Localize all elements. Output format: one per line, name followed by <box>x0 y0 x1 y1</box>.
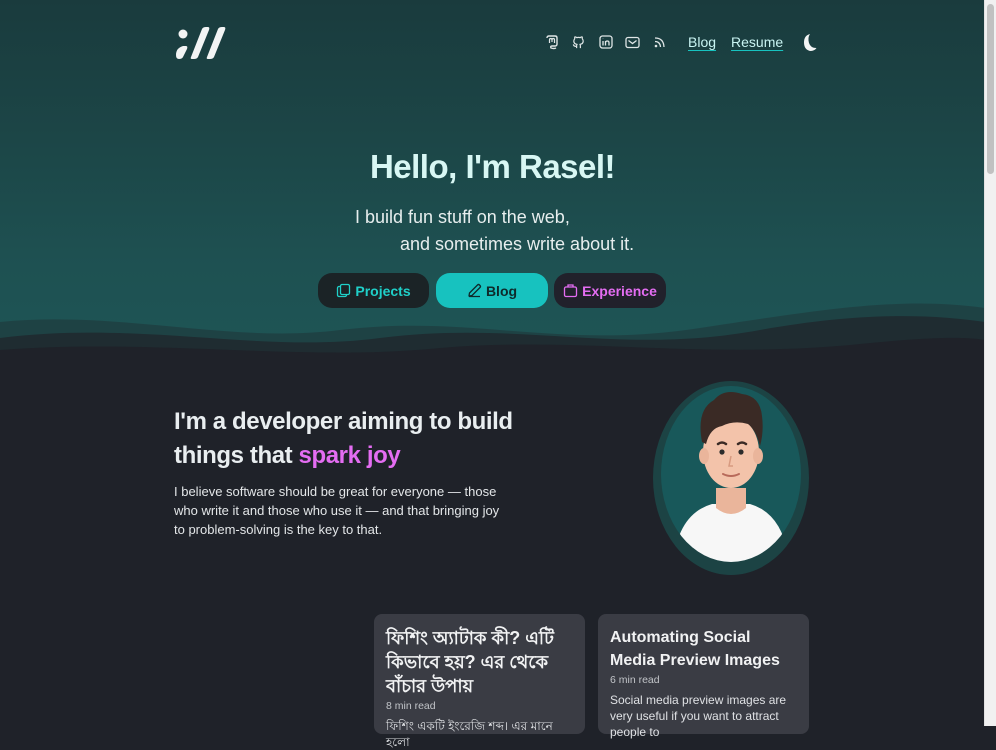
blog-post-card[interactable]: ফিশিং অ্যাটাক কী? এটি কিভাবে হয়? এর থেক… <box>374 614 585 749</box>
github-icon[interactable] <box>565 30 592 54</box>
rss-icon[interactable] <box>646 30 673 54</box>
hero-title: Hello, I'm Rasel! <box>369 148 616 185</box>
post-excerpt: Social media preview images are very use… <box>610 693 787 739</box>
experience-button-label: Experience <box>582 282 657 299</box>
projects-icon <box>337 283 351 298</box>
intro-heading: I'm a developer aiming to build things t… <box>174 405 514 473</box>
blog-button-label: Blog <box>485 282 518 299</box>
intro-heading-line1: I'm a developer aiming to build <box>174 408 513 435</box>
post-excerpt: ফিশিং একটি ইংরেজি শব্দ। এর মানে হলো <box>386 719 553 749</box>
briefcase-icon <box>563 284 578 298</box>
post-read-time: 8 min read <box>386 700 436 712</box>
hero-tagline-line1: I build fun stuff on the web, <box>355 207 570 227</box>
nav-link-blog[interactable]: Blog <box>688 34 716 50</box>
post-title[interactable]: Automating Social Media Preview Images <box>610 626 797 672</box>
spark-joy-highlight: spark joy <box>298 442 401 469</box>
site-logo[interactable] <box>174 24 226 62</box>
nav-link-resume[interactable]: Resume <box>731 34 783 50</box>
mail-icon[interactable] <box>619 30 646 54</box>
experience-button[interactable]: Experience <box>554 273 666 308</box>
projects-button-label: Projects <box>355 282 411 299</box>
avatar <box>653 381 809 575</box>
top-navigation: Blog Resume <box>538 28 819 56</box>
hero-tagline-line2: and sometimes write about it. <box>400 234 635 254</box>
moon-icon[interactable] <box>799 30 819 54</box>
pencil-icon <box>468 283 482 298</box>
intro-paragraph: I believe software should be great for e… <box>174 484 500 537</box>
scrollbar-thumb[interactable] <box>987 4 994 174</box>
linkedin-icon[interactable] <box>592 30 619 54</box>
post-title[interactable]: ফিশিং অ্যাটাক কী? এটি কিভাবে হয়? এর থেক… <box>386 626 573 698</box>
hero-wave-divider <box>0 303 985 410</box>
blog-button[interactable]: Blog <box>436 273 548 308</box>
intro-heading-line2: things that <box>174 442 293 469</box>
mastodon-icon[interactable] <box>538 30 565 54</box>
projects-button[interactable]: Projects <box>318 273 429 308</box>
post-read-time: 6 min read <box>610 674 660 686</box>
blog-post-card[interactable]: Automating Social Media Preview Images 6… <box>598 614 809 739</box>
page-scrollbar[interactable] <box>984 0 996 726</box>
